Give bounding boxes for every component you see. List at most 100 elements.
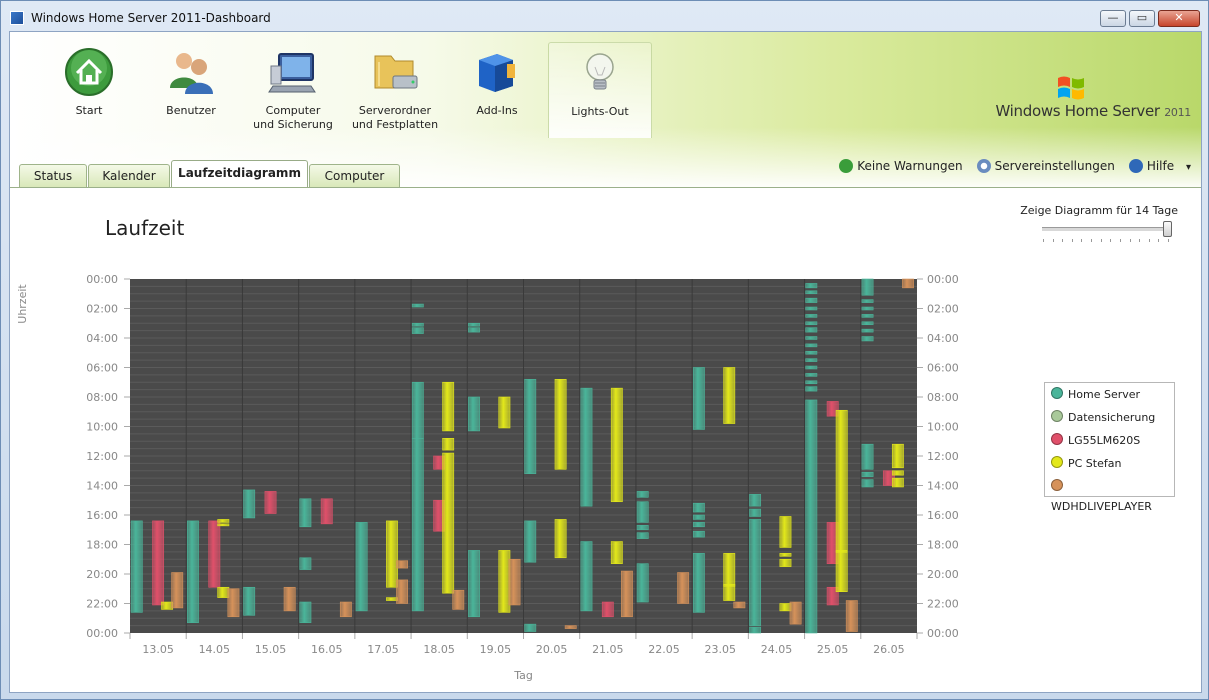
maximize-button[interactable]: ▭ xyxy=(1129,10,1155,27)
runtime-bar-wdhdliveplayer xyxy=(227,588,240,618)
nav-lightsout-label: Lights-Out xyxy=(571,105,629,118)
runtime-bar-pc-stefan xyxy=(442,438,455,451)
runtime-bar-wdhdliveplayer xyxy=(452,589,465,610)
close-button[interactable]: ✕ xyxy=(1158,10,1200,27)
runtime-bar-pc-stefan xyxy=(498,396,511,429)
runtime-bar-home-server xyxy=(243,586,256,616)
runtime-bar-home-server xyxy=(692,522,705,528)
runtime-bar-home-server xyxy=(468,550,480,618)
runtime-bar-home-server xyxy=(805,283,818,289)
nav-start-label: Start xyxy=(75,104,103,117)
computer-icon xyxy=(267,46,319,98)
help-menu[interactable]: Hilfe ▾ xyxy=(1128,158,1191,174)
runtime-bar-wdhdliveplayer xyxy=(171,572,184,609)
tab-kalender[interactable]: Kalender xyxy=(88,164,170,187)
runtime-bar-home-server xyxy=(805,336,818,340)
tab-status[interactable]: Status xyxy=(19,164,87,187)
runtime-bar-home-server xyxy=(805,365,818,370)
runtime-bar-wdhdliveplayer xyxy=(845,600,858,632)
runtime-bar-wdhdliveplayer xyxy=(677,572,690,604)
y-tick-label-left: 12:00 xyxy=(86,450,118,463)
minimize-button[interactable]: — xyxy=(1100,10,1126,27)
legend-datensicherung: Datensicherung xyxy=(1051,408,1168,431)
y-tick-label-left: 08:00 xyxy=(86,391,118,404)
runtime-bar-home-server xyxy=(636,563,649,603)
chart-legend: Home Server Datensicherung LG55LM620S PC… xyxy=(1044,382,1175,513)
runtime-bar-pc-stefan xyxy=(442,381,455,432)
runtime-bar-wdhdliveplayer xyxy=(789,601,802,625)
client-area: Start Benutzer Computer und Sicherung Se… xyxy=(9,31,1202,693)
runtime-bar-pc-stefan xyxy=(217,523,230,527)
y-tick-label-right: 04:00 xyxy=(927,332,959,345)
warnings-label: Keine Warnungen xyxy=(857,159,963,173)
runtime-bar-home-server xyxy=(692,367,705,430)
runtime-bar-home-server xyxy=(861,306,874,311)
runtime-bar-home-server xyxy=(692,502,705,513)
days-slider-thumb[interactable] xyxy=(1163,221,1172,237)
home-icon xyxy=(63,46,115,98)
days-slider-track[interactable] xyxy=(1042,227,1172,231)
nav-computer-label: Computer und Sicherung xyxy=(253,104,333,131)
runtime-bar-wdhdliveplayer xyxy=(283,586,296,612)
nav-benutzer[interactable]: Benutzer xyxy=(140,42,242,137)
nav-computer[interactable]: Computer und Sicherung xyxy=(242,42,344,137)
legend-home-server: Home Server xyxy=(1051,385,1168,408)
window-title: Windows Home Server 2011-Dashboard xyxy=(31,11,271,25)
x-tick-label: 21.05 xyxy=(592,643,624,656)
runtime-bar-home-server xyxy=(411,303,424,308)
users-icon xyxy=(165,46,217,98)
runtime-bar-lg55lm620s xyxy=(208,520,221,588)
tab-laufzeitdiagramm[interactable]: Laufzeitdiagramm xyxy=(171,160,308,188)
slider-ticks xyxy=(1043,239,1169,244)
tab-computer[interactable]: Computer xyxy=(309,164,400,187)
y-tick-label-right: 18:00 xyxy=(927,539,959,552)
runtime-bar-wdhdliveplayer xyxy=(339,601,352,618)
runtime-bar-lg55lm620s xyxy=(320,498,333,525)
y-tick-label-right: 20:00 xyxy=(927,568,959,581)
runtime-bar-home-server xyxy=(805,321,818,326)
nav-serverordner[interactable]: Serverordner und Festplatten xyxy=(344,42,446,137)
x-tick-label: 24.05 xyxy=(761,643,793,656)
nav-start[interactable]: Start xyxy=(38,42,140,137)
server-settings-link[interactable]: Servereinstellungen xyxy=(976,158,1115,174)
nav-serverordner-label: Serverordner und Festplatten xyxy=(351,104,439,131)
runtime-bar-pc-stefan xyxy=(723,584,736,587)
runtime-bar-home-server xyxy=(243,489,256,519)
y-tick-label-left: 02:00 xyxy=(86,303,118,316)
runtime-bar-home-server xyxy=(861,299,874,303)
title-bar[interactable]: Windows Home Server 2011-Dashboard — ▭ ✕ xyxy=(1,1,1208,31)
legend-dot xyxy=(1051,433,1063,445)
runtime-bar-pc-stefan xyxy=(891,477,904,488)
y-tick-label-right: 08:00 xyxy=(927,391,959,404)
runtime-bar-lg55lm620s xyxy=(152,520,165,606)
runtime-bar-home-server xyxy=(805,358,818,362)
runtime-bar-wdhdliveplayer xyxy=(508,558,521,606)
y-tick-label-left: 16:00 xyxy=(86,509,118,522)
runtime-bar-pc-stefan xyxy=(442,452,455,594)
runtime-bar-home-server xyxy=(468,322,480,327)
runtime-bar-pc-stefan xyxy=(386,520,398,588)
page-title: Laufzeit xyxy=(105,216,185,240)
brand-logo: Windows Home Server 2011 xyxy=(995,74,1191,120)
runtime-bar-wdhdliveplayer xyxy=(396,579,408,604)
runtime-bar-home-server xyxy=(805,314,818,318)
runtime-bar-home-server xyxy=(524,623,537,632)
runtime-bar-pc-stefan xyxy=(835,550,848,553)
app-icon xyxy=(10,11,24,25)
legend-dot xyxy=(1051,456,1063,468)
runtime-bar-wdhdliveplayer xyxy=(733,601,746,609)
warnings-status[interactable]: Keine Warnungen xyxy=(839,158,963,174)
nav-lightsout[interactable]: Lights-Out xyxy=(548,42,652,138)
y-tick-label-left: 22:00 xyxy=(86,598,118,611)
check-icon xyxy=(839,159,854,173)
brand-name: Windows Home Server xyxy=(995,102,1160,120)
runtime-bar-home-server xyxy=(749,519,762,626)
x-tick-label: 15.05 xyxy=(255,643,287,656)
runtime-bar-home-server xyxy=(468,396,480,432)
x-tick-label: 22.05 xyxy=(648,643,680,656)
help-icon xyxy=(1128,159,1143,173)
legend-dot xyxy=(1051,387,1063,399)
legend-dot xyxy=(1051,410,1063,422)
runtime-bar-home-server xyxy=(805,290,818,295)
nav-addins[interactable]: Add-Ins xyxy=(446,42,548,137)
